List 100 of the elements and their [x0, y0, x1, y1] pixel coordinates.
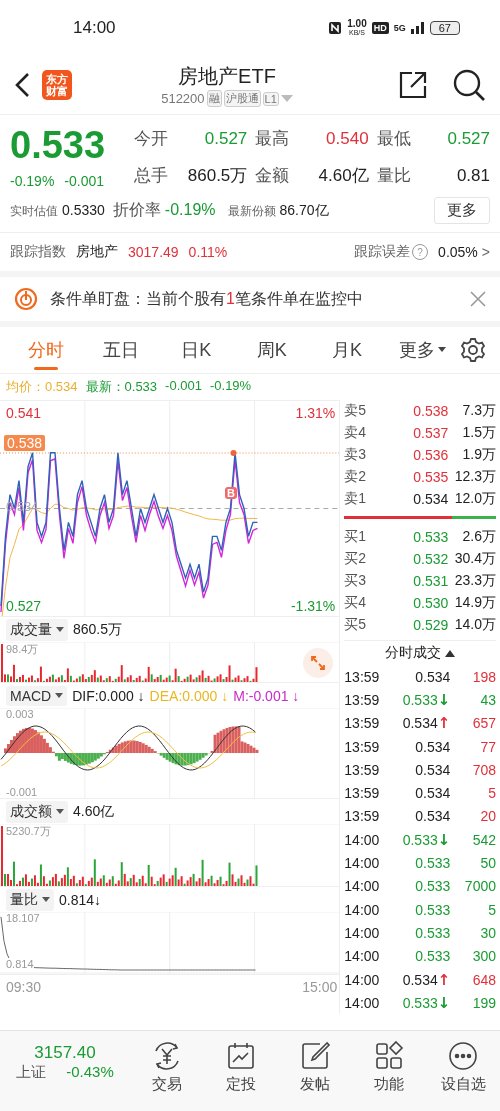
trade-time: 13:59 [344, 738, 381, 755]
info-label: 折价率 [112, 200, 161, 220]
trade-time: 13:59 [344, 761, 381, 778]
trade-volume: 7000 [463, 878, 496, 895]
trade-time: 14:00 [344, 924, 381, 941]
last-price: 0.533 [10, 123, 107, 167]
stat-label: 最低 [376, 128, 411, 150]
order-level: 买2 [344, 550, 368, 568]
index-change: 0.11% [188, 244, 228, 260]
order-volume: 7.3万 [461, 402, 496, 420]
chart-tab[interactable]: 五日 [83, 327, 159, 373]
alert-message: 条件单盯盘：当前个股有1笔条件单在监控中 [50, 288, 364, 309]
order-price: 0.532 [412, 551, 449, 567]
order-price: 0.530 [412, 595, 449, 611]
index-name: 上证 [16, 1063, 47, 1082]
trade-volume: 43 [479, 691, 496, 708]
order-price: 0.534 [412, 491, 449, 507]
chevron[interactable]: > [481, 244, 490, 260]
axis-high-percent: 1.31% [295, 405, 336, 421]
indicator-select[interactable]: 成交额 [6, 800, 68, 823]
order-level: 买5 [344, 616, 368, 634]
order-volume: 2.6万 [461, 528, 496, 546]
tick-arrow: ↑ [437, 714, 451, 733]
order-price: 0.529 [412, 617, 449, 633]
axis-low-percent: -1.31% [290, 598, 336, 614]
buy-marker: B [225, 487, 237, 499]
trade-time: 13:59 [344, 785, 381, 802]
order-level: 卖1 [344, 490, 368, 508]
stat-label: 量比 [376, 165, 411, 187]
order-level: 买1 [344, 528, 368, 546]
trade-volume: 5 [487, 901, 496, 918]
trade-price: 0.534 [402, 971, 438, 988]
toolbar-button[interactable]: 设自选 [426, 1039, 500, 1094]
trade-price: 0.533 [415, 948, 451, 965]
trade-price: 0.533 [415, 855, 451, 871]
hd-badge: HD [371, 22, 389, 34]
trade-time: 14:00 [344, 855, 381, 871]
chart-tab[interactable]: 周K [234, 327, 310, 373]
trade-volume: 199 [471, 994, 496, 1011]
toolbar-button[interactable]: 发帖 [278, 1039, 352, 1094]
m-value: M:-0.001 ↓ [233, 687, 300, 704]
chart-tab[interactable]: 更多 [384, 327, 460, 373]
index-value: 3017.49 [128, 244, 179, 260]
change-percent: -0.19% [10, 173, 55, 189]
tick-arrow: ↑ [437, 970, 451, 989]
order-volume: 1.5万 [461, 424, 496, 442]
trade-time: 14:00 [344, 901, 381, 918]
latest-change: -0.001 [165, 378, 202, 395]
indicator-value: 4.60亿 [73, 802, 115, 821]
trades-title[interactable]: 分时成交 [385, 644, 442, 662]
trade-price: 0.533 [415, 924, 451, 941]
time-label: 15:00 [302, 979, 338, 997]
trade-time: 13:59 [344, 715, 381, 732]
trade-time: 14:00 [344, 971, 381, 988]
trade-price: 0.533 [402, 994, 438, 1011]
market-tag: 融 [206, 90, 222, 107]
chart-tab[interactable]: 月K [309, 327, 385, 373]
indicator-select[interactable]: MACD [6, 685, 68, 706]
order-level: 卖3 [344, 446, 368, 464]
price-tag: 0.538 [4, 435, 46, 451]
app-logo: 东方 财富 [42, 70, 72, 100]
info-label: 最新份额 [227, 202, 276, 220]
chart-tab[interactable]: 日K [158, 327, 234, 373]
trade-volume: 30 [479, 924, 496, 941]
order-volume: 12.0万 [453, 490, 496, 508]
tracking-error-value: 0.05% [438, 244, 478, 260]
toolbar-button[interactable]: 交易 [130, 1039, 204, 1094]
indicator-select[interactable]: 量比 [6, 888, 54, 911]
fund-title: 房地产ETF [178, 64, 276, 89]
toolbar-button[interactable]: 功能 [352, 1039, 426, 1094]
axis-min-label: -0.001 [6, 786, 38, 798]
trade-price: 0.534 [415, 761, 451, 778]
more-button[interactable]: 更多 [434, 197, 490, 224]
trade-time: 13:59 [344, 808, 381, 825]
trade-time: 13:59 [344, 691, 381, 708]
axis-max-label: 5230.7万 [6, 824, 51, 839]
order-volume: 14.0万 [453, 616, 496, 634]
stat-value: 4.60亿 [318, 165, 369, 187]
trade-time: 14:00 [344, 948, 381, 965]
stat-value: 0.527 [204, 129, 248, 149]
indicator-value: 0.814↓ [59, 891, 102, 908]
trade-price: 0.533 [415, 901, 451, 918]
stat-value: 0.540 [326, 129, 369, 149]
info-label: 实时估值 [10, 202, 58, 220]
tick-arrow: ↓ [437, 993, 451, 1012]
order-price: 0.537 [412, 425, 449, 441]
stat-value: 0.81 [456, 166, 490, 186]
tick-arrow: ↓ [437, 690, 451, 709]
toolbar-button[interactable]: 定投 [204, 1039, 278, 1094]
indicator-select[interactable]: 成交量 [6, 618, 68, 641]
trade-volume: 708 [471, 761, 496, 778]
tick-arrow: ↓ [437, 830, 451, 849]
order-level: 买3 [344, 572, 368, 590]
info-value: 86.70亿 [279, 201, 329, 220]
trade-time: 13:59 [344, 668, 381, 685]
trade-price: 0.533 [415, 878, 451, 895]
info-value: -0.19% [164, 201, 216, 219]
network-type: 5G [393, 23, 406, 33]
trade-price: 0.534 [415, 785, 451, 802]
order-price: 0.536 [412, 447, 449, 463]
